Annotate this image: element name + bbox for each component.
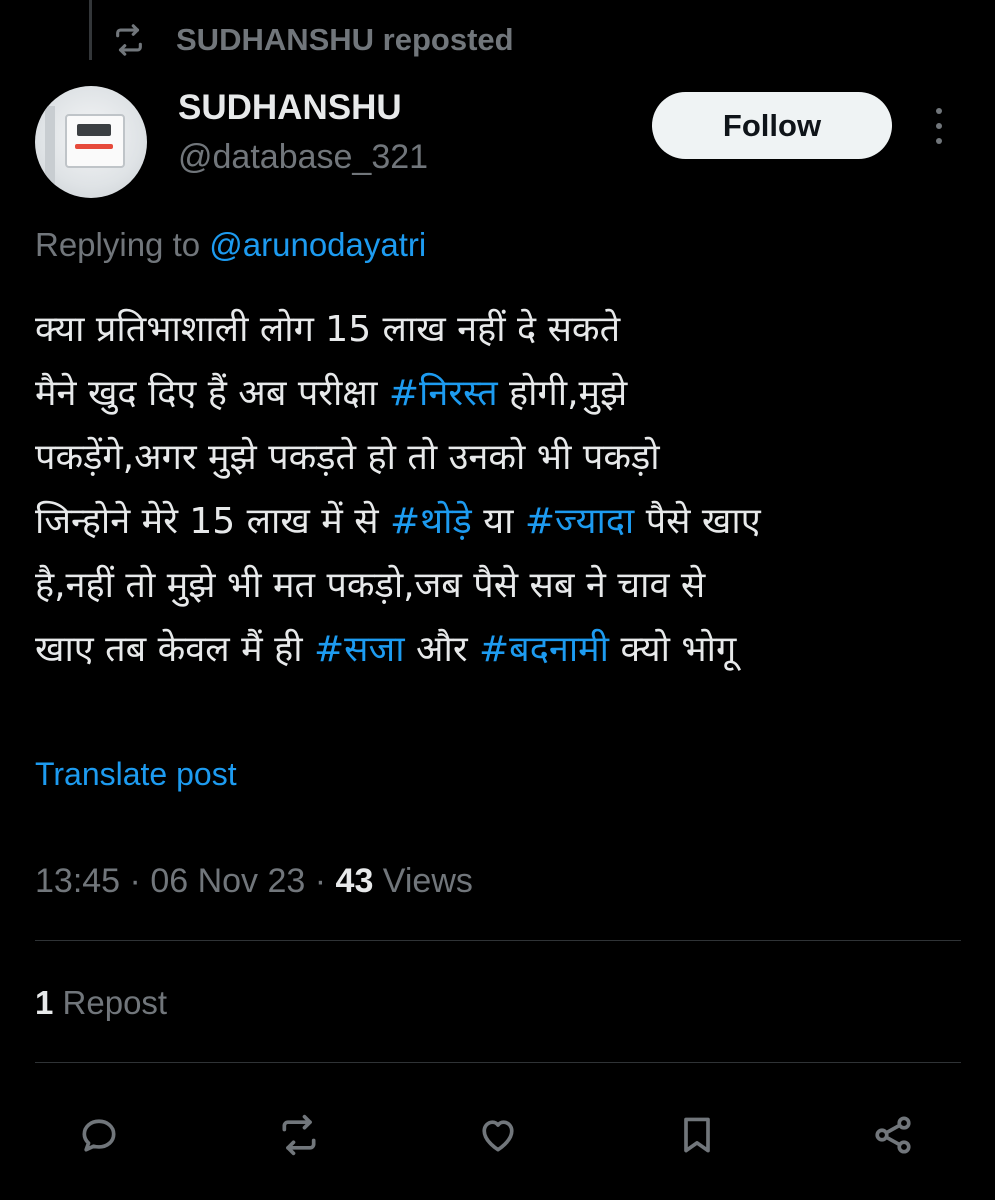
reply-icon: [82, 1119, 116, 1152]
author-handle[interactable]: @database_321: [178, 138, 428, 177]
author-name[interactable]: SUDHANSHU: [178, 88, 402, 128]
avatar-device-shape: [65, 114, 125, 168]
replying-to: Replying to @arunodayatri: [35, 226, 426, 264]
post-text-line: जिन्होने मेरे 15 लाख में से #थोड़े या #ज…: [35, 490, 955, 554]
reposts-count: 1: [35, 984, 54, 1021]
repost-button[interactable]: [272, 1108, 326, 1162]
post-text-line: खाए तब केवल मैं ही #सजा और #बदनामी क्यो …: [35, 618, 955, 682]
reply-button[interactable]: [72, 1108, 126, 1162]
divider: [35, 940, 961, 941]
share-icon: [875, 1116, 911, 1154]
post-text-segment: क्या प्रतिभाशाली लोग 15 लाख नहीं दे सकते: [35, 309, 621, 350]
hashtag-link[interactable]: #निरस्त: [389, 373, 498, 414]
translate-post-link[interactable]: Translate post: [35, 756, 237, 793]
post-text-segment: या: [471, 501, 525, 542]
thread-line: [89, 0, 92, 60]
follow-button[interactable]: Follow: [652, 92, 892, 159]
views-count: 43: [335, 862, 374, 900]
hashtag-link[interactable]: #सजा: [314, 629, 405, 670]
post-meta: 13:45 · 06 Nov 23 · 43 Views: [35, 862, 473, 901]
post-text-segment: जिन्होने मेरे 15 लाख में से: [35, 501, 390, 542]
avatar-device-brand: [75, 144, 113, 149]
action-bar: [0, 1100, 995, 1160]
post-time[interactable]: 13:45: [35, 862, 120, 900]
meta-separator: ·: [120, 862, 151, 900]
post-text: क्या प्रतिभाशाली लोग 15 लाख नहीं दे सकते…: [35, 298, 955, 682]
divider: [35, 1062, 961, 1063]
hashtag-link[interactable]: #ज्यादा: [525, 501, 634, 542]
post-text-line: पकड़ेंगे,अगर मुझे पकड़ते हो तो उनको भी प…: [35, 426, 955, 490]
post-text-segment: है,नहीं तो मुझे भी मत पकड़ो,जब पैसे सब न…: [35, 565, 706, 606]
views-label: Views: [373, 862, 473, 900]
replying-prefix: Replying to: [35, 226, 210, 263]
post-date[interactable]: 06 Nov 23: [150, 862, 305, 900]
reposts-label: Repost: [53, 984, 168, 1021]
post-text-segment: होगी,मुझे: [497, 373, 628, 414]
more-dot: [936, 138, 942, 144]
avatar-device-screen: [77, 124, 111, 136]
post-text-segment: पकड़ेंगे,अगर मुझे पकड़ते हो तो उनको भी प…: [35, 437, 660, 478]
more-options-icon[interactable]: [924, 104, 954, 148]
like-icon: [482, 1120, 514, 1152]
more-dot: [936, 108, 942, 114]
reply-mention-link[interactable]: @arunodayatri: [209, 226, 426, 263]
bookmark-button[interactable]: [670, 1108, 724, 1162]
post-text-line: मैने खुद दिए हैं अब परीक्षा #निरस्त होगी…: [35, 362, 955, 426]
repost-header-text: SUDHANSHU reposted: [176, 22, 514, 57]
reposts-count-link[interactable]: 1 Repost: [35, 984, 167, 1022]
bookmark-icon: [684, 1117, 710, 1153]
post-text-segment: मैने खुद दिए हैं अब परीक्षा: [35, 373, 389, 414]
post-text-line: क्या प्रतिभाशाली लोग 15 लाख नहीं दे सकते: [35, 298, 955, 362]
repost-icon: [282, 1114, 316, 1156]
repost-icon: [116, 24, 142, 56]
share-button[interactable]: [866, 1108, 920, 1162]
more-dot: [936, 123, 942, 129]
repost-header[interactable]: SUDHANSHU reposted: [112, 18, 514, 62]
avatar-pole-shape: [45, 106, 55, 196]
post-text-segment: क्यो भोगू: [609, 629, 737, 670]
avatar[interactable]: [35, 86, 147, 198]
post-text-segment: खाए तब केवल मैं ही: [35, 629, 315, 670]
post-text-segment: पैसे खाए: [634, 501, 761, 542]
like-button[interactable]: [471, 1108, 525, 1162]
post-text-segment: और: [404, 629, 480, 670]
hashtag-link[interactable]: #थोड़े: [390, 501, 472, 542]
post-text-line: है,नहीं तो मुझे भी मत पकड़ो,जब पैसे सब न…: [35, 554, 955, 618]
meta-separator: ·: [305, 862, 336, 900]
hashtag-link[interactable]: #बदनामी: [479, 629, 609, 670]
